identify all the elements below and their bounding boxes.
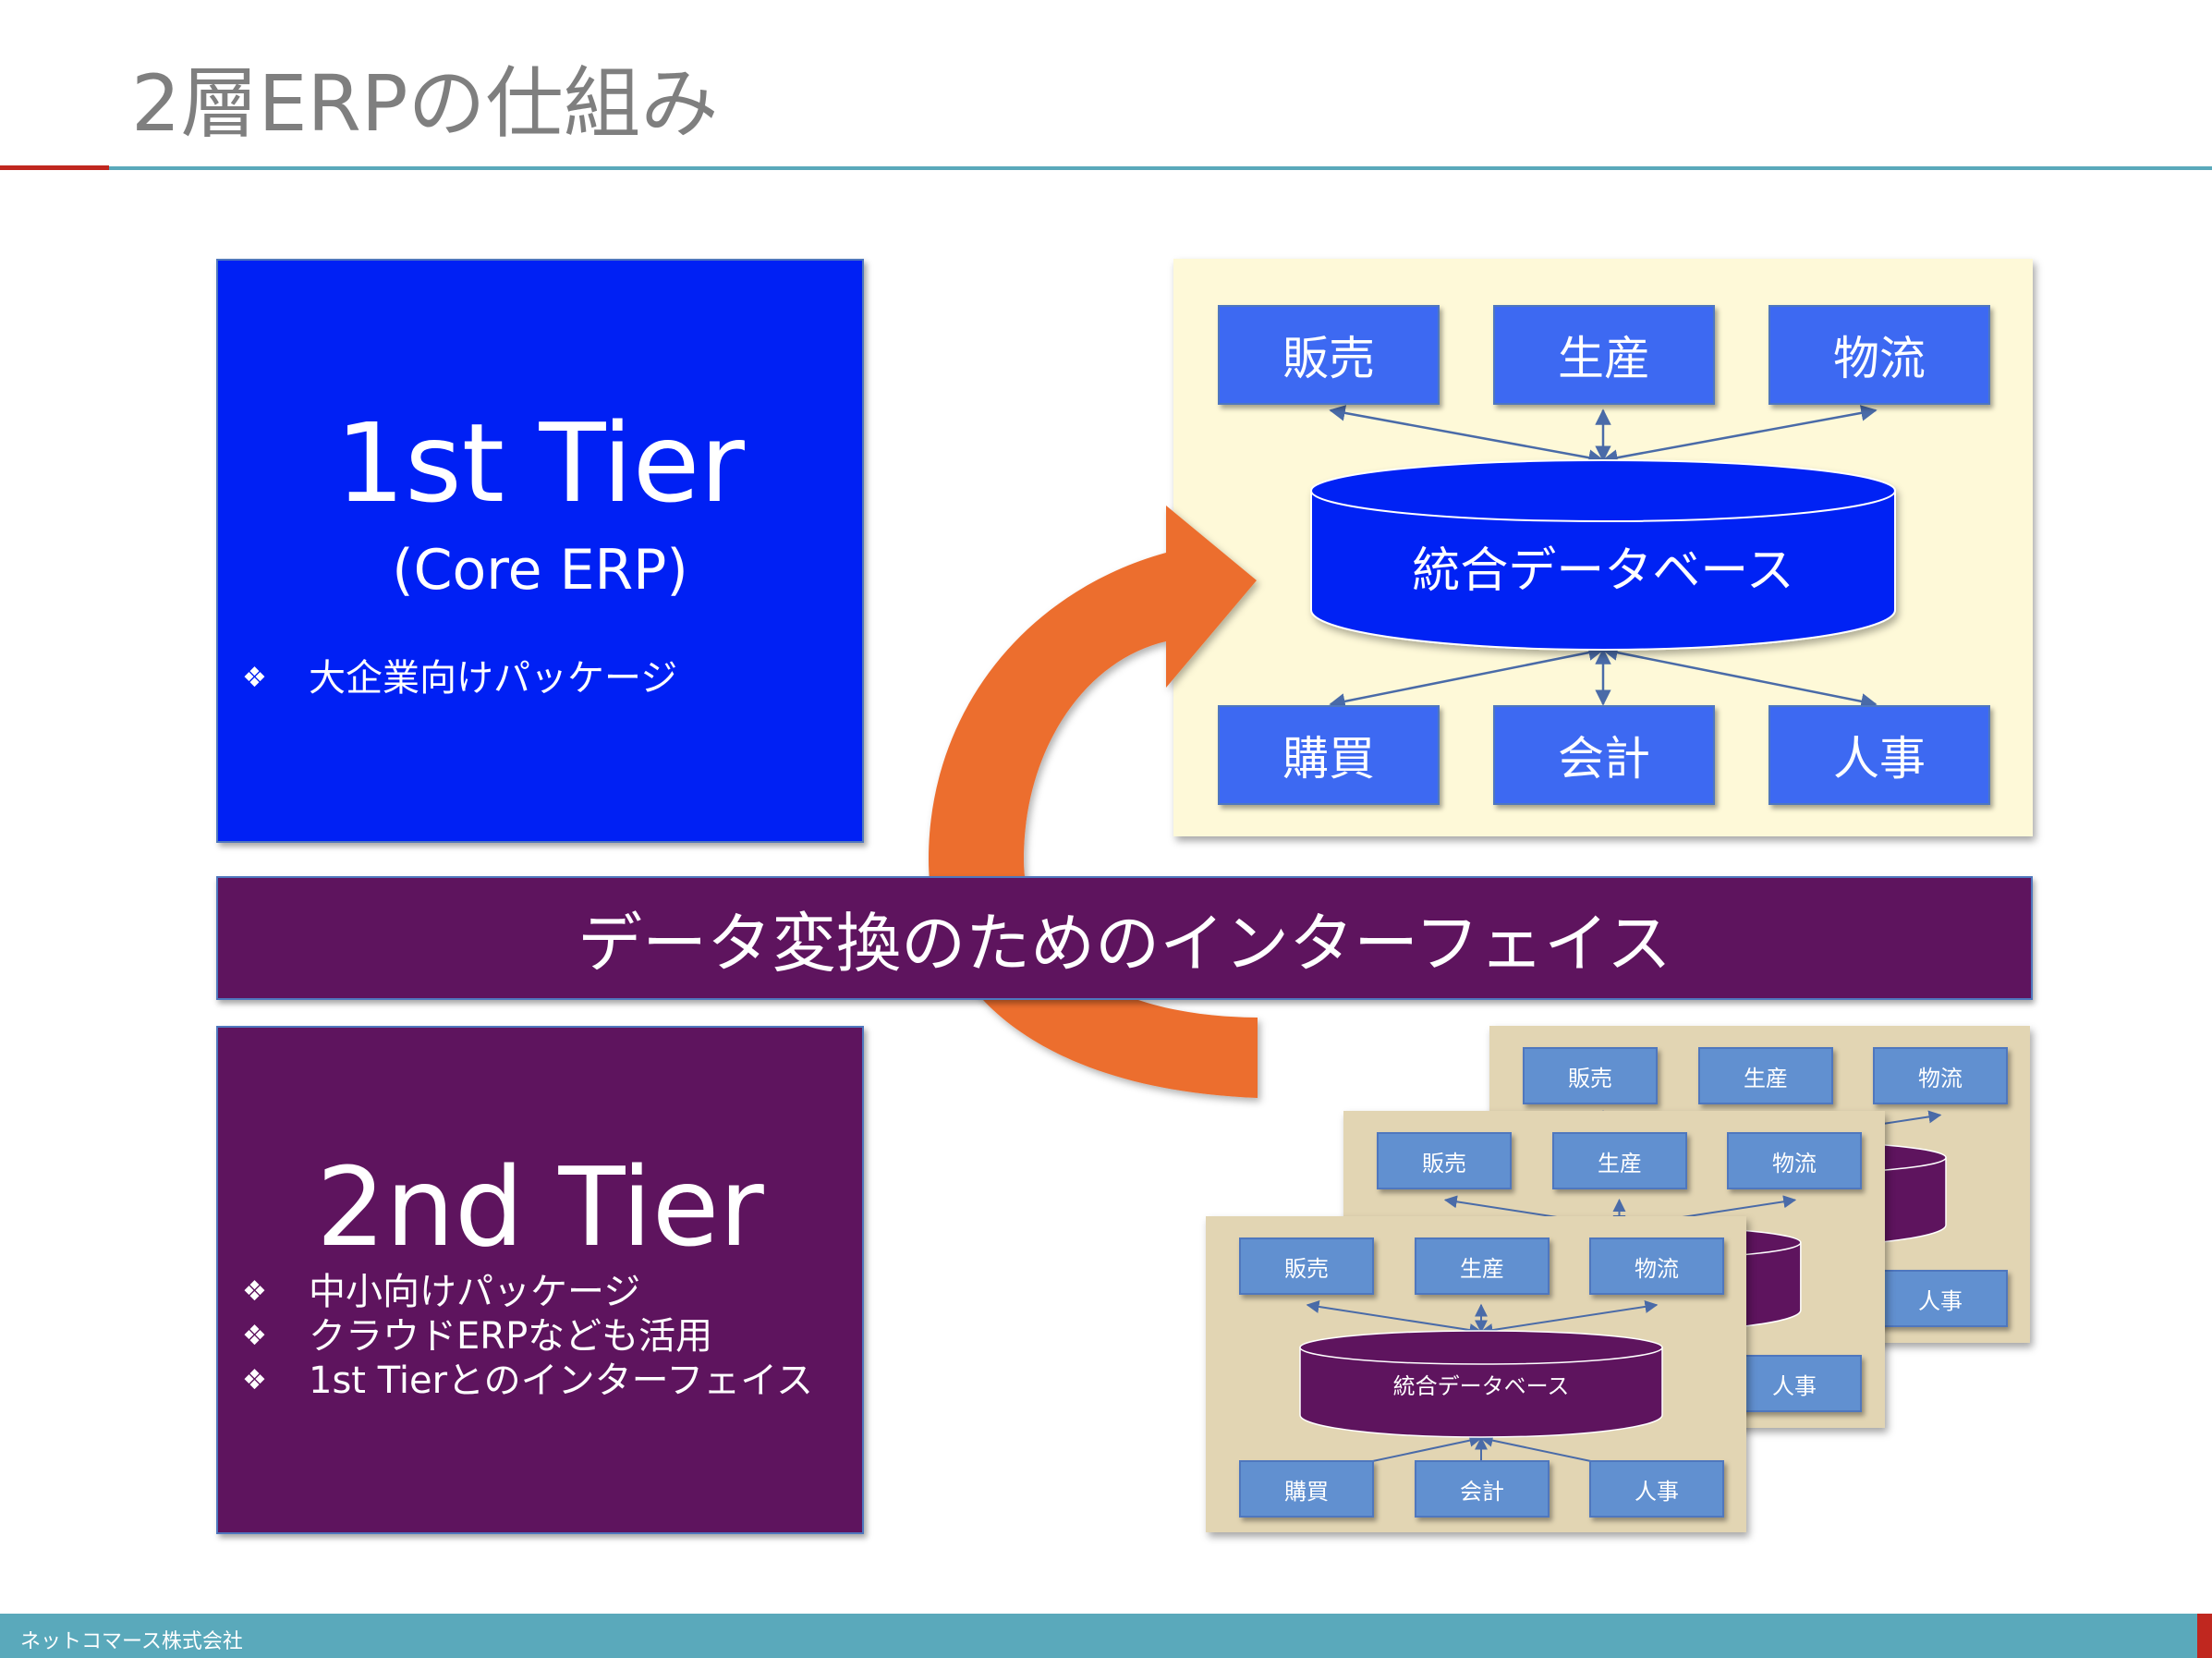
tier1-box: 1st Tier (Core ERP) ❖ 大企業向けパッケージ xyxy=(216,259,864,843)
connector-line xyxy=(1601,405,1878,466)
connector-line xyxy=(1601,644,1878,710)
module-hr: 人事 xyxy=(1873,1270,2008,1327)
diamond-cluster-icon: ❖ xyxy=(242,1364,267,1396)
list-item: ❖ 大企業向けパッケージ xyxy=(242,656,677,701)
module-sales: 販売 xyxy=(1218,305,1440,405)
connector-line xyxy=(1329,405,1605,466)
module-accounting: 会計 xyxy=(1493,705,1715,805)
tier2-system-panel-front: 統合データベース 販売 生産 物流 購買 会計 人事 xyxy=(1206,1216,1746,1532)
tier2-box: 2nd Tier ❖ 中小向けパッケージ ❖ クラウドERPなども活用 ❖ 1s… xyxy=(216,1026,864,1534)
list-item: ❖ 中小向けパッケージ xyxy=(242,1270,813,1314)
bullet-text: 中小向けパッケージ xyxy=(309,1271,641,1313)
module-sales: 販売 xyxy=(1239,1237,1374,1295)
diamond-cluster-icon: ❖ xyxy=(242,1275,267,1308)
interface-bar: データ変換のためのインターフェイス xyxy=(216,876,2033,1000)
module-production: 生産 xyxy=(1698,1047,1833,1104)
module-production: 生産 xyxy=(1415,1237,1550,1295)
module-logistics: 物流 xyxy=(1768,305,1990,405)
module-hr: 人事 xyxy=(1589,1460,1724,1518)
bullet-text: クラウドERPなども活用 xyxy=(309,1315,713,1358)
tier2-bullet-list: ❖ 中小向けパッケージ ❖ クラウドERPなども活用 ❖ 1st Tierとのイ… xyxy=(242,1270,813,1403)
connector-line xyxy=(1329,644,1605,710)
module-purchasing: 購買 xyxy=(1239,1460,1374,1518)
slide-title: 2層ERPの仕組み xyxy=(131,58,719,149)
bullet-text: 大企業向けパッケージ xyxy=(309,657,678,700)
title-rule-teal xyxy=(109,166,2212,170)
module-purchasing: 購買 xyxy=(1218,705,1440,805)
module-hr: 人事 xyxy=(1768,705,1990,805)
module-hr: 人事 xyxy=(1727,1355,1862,1412)
database-label: 統合データベース xyxy=(1412,543,1794,599)
title-rule-red xyxy=(0,165,109,170)
footer-company-name: ネットコマース株式会社 xyxy=(20,1630,243,1653)
module-logistics: 物流 xyxy=(1727,1132,1862,1189)
list-item: ❖ 1st Tierとのインターフェイス xyxy=(242,1359,813,1403)
module-production: 生産 xyxy=(1493,305,1715,405)
footer-accent xyxy=(2197,1614,2212,1658)
core-erp-panel: 統合データベース 販売 生産 物流 購買 会計 人事 xyxy=(1173,259,2033,836)
module-accounting: 会計 xyxy=(1415,1460,1550,1518)
database-label: 統合データベース xyxy=(1392,1373,1570,1399)
tier1-title: 1st Tier xyxy=(335,399,745,527)
diamond-cluster-icon: ❖ xyxy=(242,662,267,694)
tier1-bullet-list: ❖ 大企業向けパッケージ xyxy=(242,656,677,701)
tier2-title: 2nd Tier xyxy=(316,1143,764,1271)
list-item: ❖ クラウドERPなども活用 xyxy=(242,1314,813,1359)
module-sales: 販売 xyxy=(1523,1047,1658,1104)
bullet-text: 1st Tierとのインターフェイス xyxy=(309,1359,814,1402)
tier1-subtitle: (Core ERP) xyxy=(392,538,688,603)
module-sales: 販売 xyxy=(1377,1132,1512,1189)
module-production: 生産 xyxy=(1552,1132,1687,1189)
diamond-cluster-icon: ❖ xyxy=(242,1320,267,1352)
module-logistics: 物流 xyxy=(1873,1047,2008,1104)
footer-bar xyxy=(0,1614,2212,1658)
module-logistics: 物流 xyxy=(1589,1237,1724,1295)
